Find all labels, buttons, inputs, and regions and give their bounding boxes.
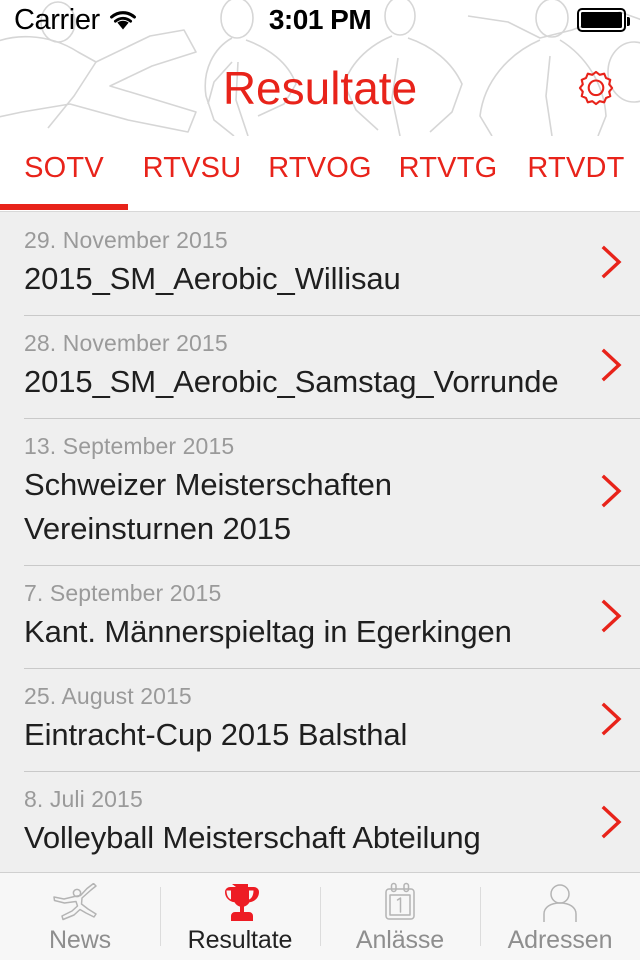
tab-sotv[interactable]: SOTV [0, 136, 128, 212]
tab-rtvsu[interactable]: RTVSU [128, 136, 256, 212]
bottom-tab-bar: News Resultate Anlässe Adressen [0, 872, 640, 960]
row-date: 29. November 2015 [24, 227, 228, 253]
table-row[interactable]: 28. November 2015 2015_SM_Aerobic_Samsta… [0, 314, 640, 418]
status-bar: Carrier 3:01 PM [0, 0, 640, 40]
table-row[interactable]: 7. September 2015 Kant. Männerspieltag i… [0, 565, 640, 668]
gymnast-icon [50, 881, 110, 925]
bottom-tab-adressen[interactable]: Adressen [480, 873, 640, 960]
bottom-tab-adressen-label: Adressen [507, 925, 613, 954]
bottom-tab-resultate-label: Resultate [187, 925, 293, 954]
tab-rtvog-label: RTVOG [268, 152, 372, 184]
row-date: 8. Juli 2015 [24, 786, 143, 813]
app-header: Carrier 3:01 PM Resultate [0, 0, 640, 136]
row-title: Kant. Männerspieltag in Egerkingen [24, 613, 512, 649]
bottom-tab-news-label: News [48, 925, 112, 954]
row-content: 25. August 2015 Eintracht-Cup 2015 Balst… [0, 680, 584, 757]
table-row[interactable]: 25. August 2015 Eintracht-Cup 2015 Balst… [0, 668, 640, 771]
wifi-icon [109, 11, 136, 30]
bottom-tab-anlaesse[interactable]: Anlässe [320, 873, 480, 960]
chevron-right-icon [584, 702, 640, 736]
row-content: 7. September 2015 Kant. Männerspieltag i… [0, 577, 584, 654]
row-date: 13. September 2015 [24, 432, 235, 459]
row-content: 29. November 2015 2015_SM_Aerobic_Willis… [0, 224, 584, 301]
tab-rtvtg-label: RTVTG [398, 152, 498, 184]
tab-sotv-label: SOTV [24, 152, 104, 184]
status-bar-left: Carrier [14, 3, 269, 36]
bottom-tab-anlaesse-label: Anlässe [355, 925, 445, 954]
trophy-icon [218, 881, 262, 925]
battery-full-icon [577, 8, 631, 32]
row-content: 28. November 2015 2015_SM_Aerobic_Samsta… [0, 327, 584, 404]
table-row[interactable]: 13. September 2015 Schweizer Meisterscha… [0, 417, 640, 565]
row-date: 28. November 2015 [24, 329, 228, 356]
calendar-icon [379, 881, 421, 925]
results-list[interactable]: 29. November 2015 2015_SM_Aerobic_Willis… [0, 212, 640, 872]
bottom-tab-resultate[interactable]: Resultate [160, 873, 320, 960]
row-date: 7. September 2015 [24, 580, 222, 607]
tab-rtvsu-label: RTVSU [142, 152, 242, 184]
app-root: Carrier 3:01 PM Resultate SOTV RTVSU RTV… [0, 0, 640, 960]
nav-bar: Resultate [0, 40, 640, 136]
segmented-tab-bar: SOTV RTVSU RTVOG RTVTG RTVDT [0, 136, 640, 212]
chevron-right-icon [584, 599, 640, 633]
tab-rtvog[interactable]: RTVOG [256, 136, 384, 212]
row-title: Volleyball Meisterschaft Abteilung [24, 819, 481, 855]
gear-icon [578, 70, 614, 106]
carrier-label: Carrier [14, 3, 100, 36]
chevron-right-icon [584, 474, 640, 508]
row-title: Eintracht-Cup 2015 Balsthal [24, 716, 408, 752]
row-title: Schweizer Meisterschaften Vereinsturnen … [24, 466, 392, 546]
settings-button[interactable] [568, 60, 624, 116]
chevron-right-icon [584, 348, 640, 382]
row-title: 2015_SM_Aerobic_Willisau [24, 260, 401, 296]
page-title: Resultate [222, 62, 418, 114]
row-date: 25. August 2015 [24, 683, 192, 710]
table-row[interactable]: 29. November 2015 2015_SM_Aerobic_Willis… [0, 212, 640, 315]
status-bar-right [371, 8, 631, 32]
bottom-tab-news[interactable]: News [0, 873, 160, 960]
row-title: 2015_SM_Aerobic_Samstag_Vorrunde [24, 363, 559, 399]
status-bar-time: 3:01 PM [268, 4, 372, 35]
chevron-right-icon [584, 805, 640, 839]
tab-rtvtg[interactable]: RTVTG [384, 136, 512, 212]
person-icon [539, 881, 581, 925]
tab-rtvdt[interactable]: RTVDT [512, 136, 640, 212]
tab-rtvdt-label: RTVDT [527, 152, 625, 184]
table-row[interactable]: 8. Juli 2015 Volleyball Meisterschaft Ab… [0, 771, 640, 872]
row-content: 8. Juli 2015 Volleyball Meisterschaft Ab… [0, 783, 584, 860]
row-content: 13. September 2015 Schweizer Meisterscha… [0, 430, 584, 551]
chevron-right-icon [584, 245, 640, 279]
